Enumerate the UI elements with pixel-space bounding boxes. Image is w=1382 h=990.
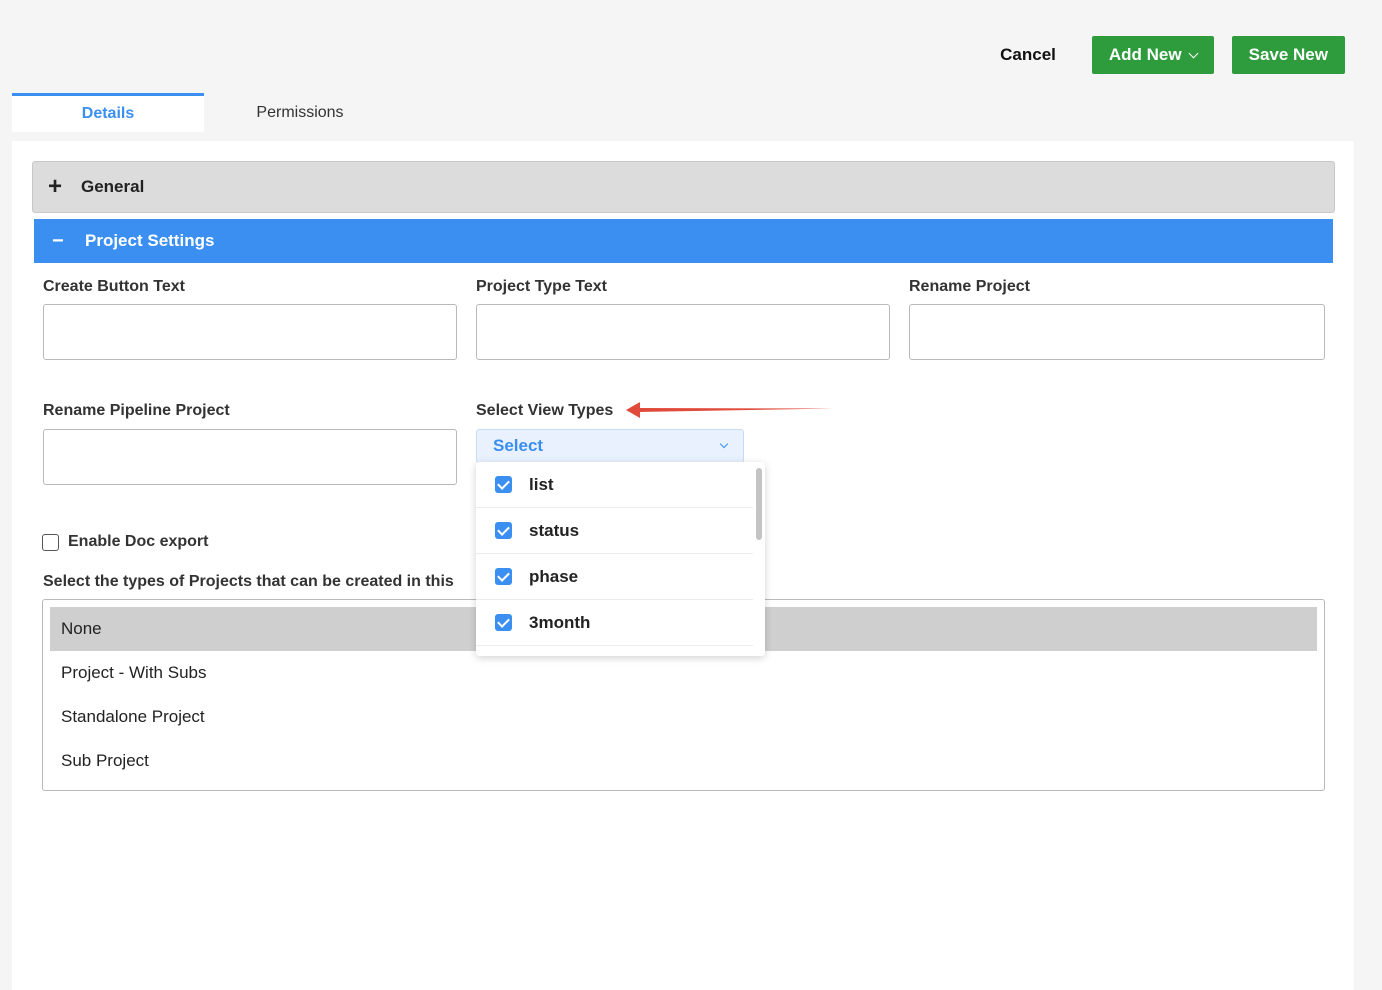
cancel-button[interactable]: Cancel xyxy=(982,36,1074,74)
list-item[interactable]: Project - With Subs xyxy=(50,651,1317,695)
rename-project-label: Rename Project xyxy=(909,278,1030,295)
view-type-option-label: list xyxy=(529,474,554,494)
accordion-general-title: General xyxy=(81,177,145,196)
rename-pipeline-project-input[interactable] xyxy=(43,429,457,485)
save-new-button[interactable]: Save New xyxy=(1231,36,1345,74)
view-type-option-label: 3month xyxy=(529,612,591,632)
tab-details[interactable]: Details xyxy=(12,93,204,132)
add-new-label: Add New xyxy=(1108,45,1182,64)
accordion-project-settings[interactable]: − Project Settings xyxy=(34,219,1333,263)
chevron-down-icon xyxy=(1188,48,1199,58)
view-types-select-value: Select xyxy=(493,436,544,455)
enable-doc-export-checkbox[interactable]: Enable Doc export xyxy=(42,533,208,551)
view-type-option-phase[interactable]: phase xyxy=(476,554,753,600)
plus-icon: + xyxy=(48,173,63,200)
project-types-label: Select the types of Projects that can be… xyxy=(43,573,454,590)
annotation-arrow-icon xyxy=(626,402,834,418)
chevron-down-icon xyxy=(719,439,729,449)
view-types-dropdown: list status phase 3month xyxy=(476,462,765,656)
tab-bar: Details Permissions xyxy=(12,93,396,132)
list-item[interactable]: Standalone Project xyxy=(50,695,1317,739)
checkbox-icon[interactable] xyxy=(42,533,59,551)
rename-pipeline-project-label: Rename Pipeline Project xyxy=(43,402,230,419)
toolbar: Cancel Add New Save New xyxy=(982,36,1345,74)
checkbox-checked-icon[interactable] xyxy=(495,614,512,631)
list-item[interactable]: Sub Project xyxy=(50,739,1317,783)
project-type-text-input[interactable] xyxy=(476,304,890,360)
rename-project-input[interactable] xyxy=(909,304,1325,360)
accordion-general[interactable]: + General xyxy=(32,161,1335,213)
view-type-option-list[interactable]: list xyxy=(476,462,753,508)
create-button-text-input[interactable] xyxy=(43,304,457,360)
checkbox-checked-icon[interactable] xyxy=(495,522,512,539)
project-type-text-label: Project Type Text xyxy=(476,278,607,295)
view-type-option-label: status xyxy=(529,520,580,540)
dropdown-scrollbar[interactable] xyxy=(756,468,762,540)
add-new-button[interactable]: Add New xyxy=(1091,36,1214,74)
checkbox-checked-icon[interactable] xyxy=(495,476,512,493)
view-type-option-3month[interactable]: 3month xyxy=(476,600,753,646)
accordion-project-settings-title: Project Settings xyxy=(85,231,215,250)
view-types-select[interactable]: Select xyxy=(476,429,744,463)
minus-icon: − xyxy=(52,229,64,252)
select-view-types-label: Select View Types xyxy=(476,402,614,419)
view-type-option-status[interactable]: status xyxy=(476,508,753,554)
checkbox-checked-icon[interactable] xyxy=(495,568,512,585)
create-button-text-label: Create Button Text xyxy=(43,278,185,295)
enable-doc-export-label: Enable Doc export xyxy=(68,533,209,550)
tab-permissions[interactable]: Permissions xyxy=(204,93,396,132)
view-type-option-label: phase xyxy=(529,566,579,586)
